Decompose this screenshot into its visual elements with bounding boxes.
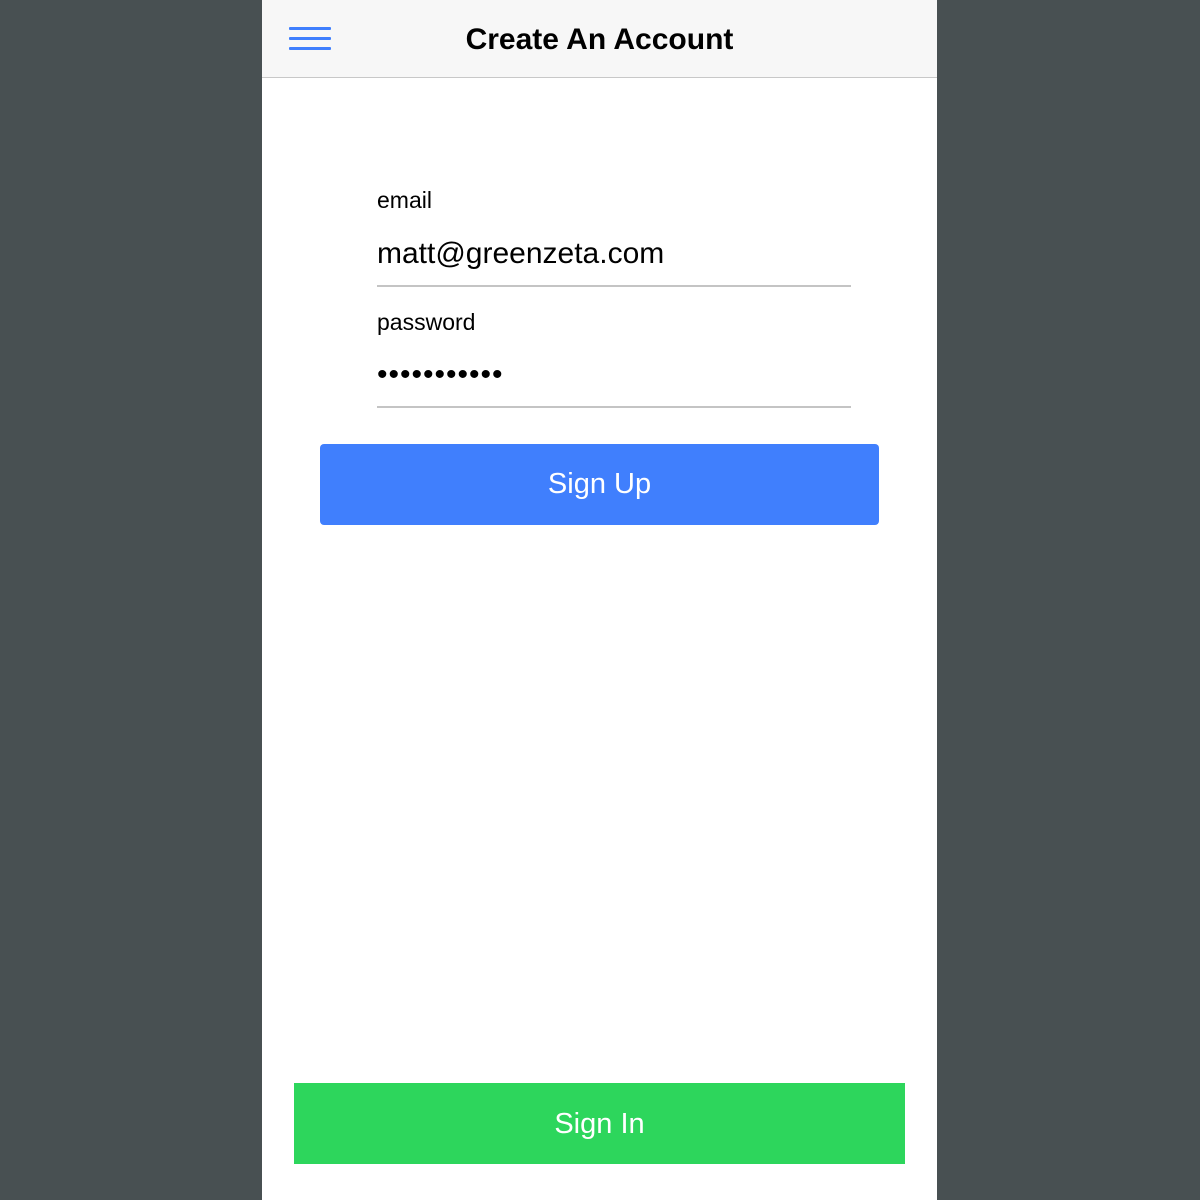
sign-in-button[interactable]: Sign In <box>294 1083 905 1164</box>
password-field-underline <box>377 406 851 408</box>
password-label: password <box>377 309 476 335</box>
menu-icon-bar <box>289 37 331 40</box>
password-field[interactable] <box>377 355 851 395</box>
email-field-underline <box>377 285 851 287</box>
menu-icon-bar <box>289 27 331 30</box>
email-label: email <box>377 187 432 213</box>
email-field[interactable] <box>377 234 851 274</box>
page-title: Create An Account <box>465 23 734 56</box>
sign-up-button[interactable]: Sign Up <box>320 444 879 525</box>
menu-icon-bar <box>289 47 331 50</box>
hamburger-menu-icon[interactable] <box>289 27 331 51</box>
navigation-bar: Create An Account <box>262 0 937 78</box>
app-screen: Create An Account email password Sign Up… <box>262 0 937 1200</box>
